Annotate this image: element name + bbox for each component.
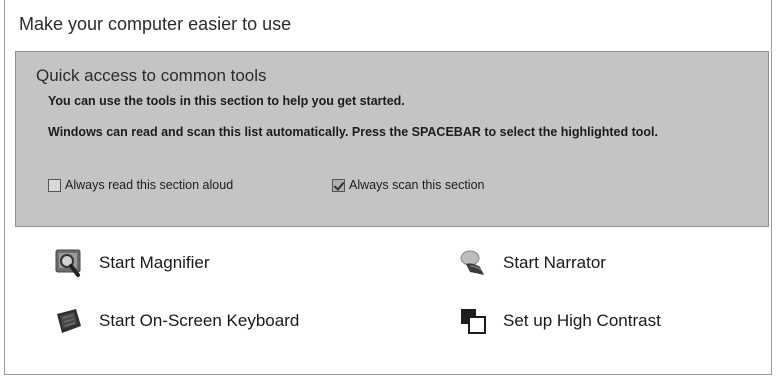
page-title: Make your computer easier to use xyxy=(19,14,292,34)
set-up-high-contrast-link[interactable]: Set up High Contrast xyxy=(457,305,661,337)
read-aloud-label: Always read this section aloud xyxy=(65,178,234,192)
start-narrator-label: Start Narrator xyxy=(503,253,606,272)
read-aloud-option[interactable]: Always read this section aloud xyxy=(48,178,233,192)
start-narrator-link[interactable]: Start Narrator xyxy=(457,247,606,279)
narrator-icon xyxy=(457,247,489,279)
start-magnifier-label: Start Magnifier xyxy=(99,253,210,272)
quick-access-panel: Quick access to common tools You can use… xyxy=(15,51,769,227)
keyboard-icon xyxy=(53,305,85,337)
set-up-high-contrast-label: Set up High Contrast xyxy=(503,311,661,330)
quick-access-description: You can use the tools in this section to… xyxy=(48,94,405,108)
start-on-screen-keyboard-link[interactable]: Start On-Screen Keyboard xyxy=(53,305,299,337)
read-aloud-checkbox[interactable] xyxy=(48,178,61,192)
start-magnifier-link[interactable]: Start Magnifier xyxy=(53,247,210,279)
scan-checkbox[interactable] xyxy=(332,178,345,192)
ease-of-access-window: Make your computer easier to use Quick a… xyxy=(4,0,772,375)
high-contrast-icon xyxy=(457,305,489,337)
scan-label: Always scan this section xyxy=(349,178,485,192)
quick-access-title: Quick access to common tools xyxy=(36,66,267,85)
quick-access-scan-info: Windows can read and scan this list auto… xyxy=(48,125,658,139)
start-on-screen-keyboard-label: Start On-Screen Keyboard xyxy=(99,311,300,330)
magnifier-icon xyxy=(53,247,85,279)
scan-option[interactable]: Always scan this section xyxy=(332,178,484,192)
